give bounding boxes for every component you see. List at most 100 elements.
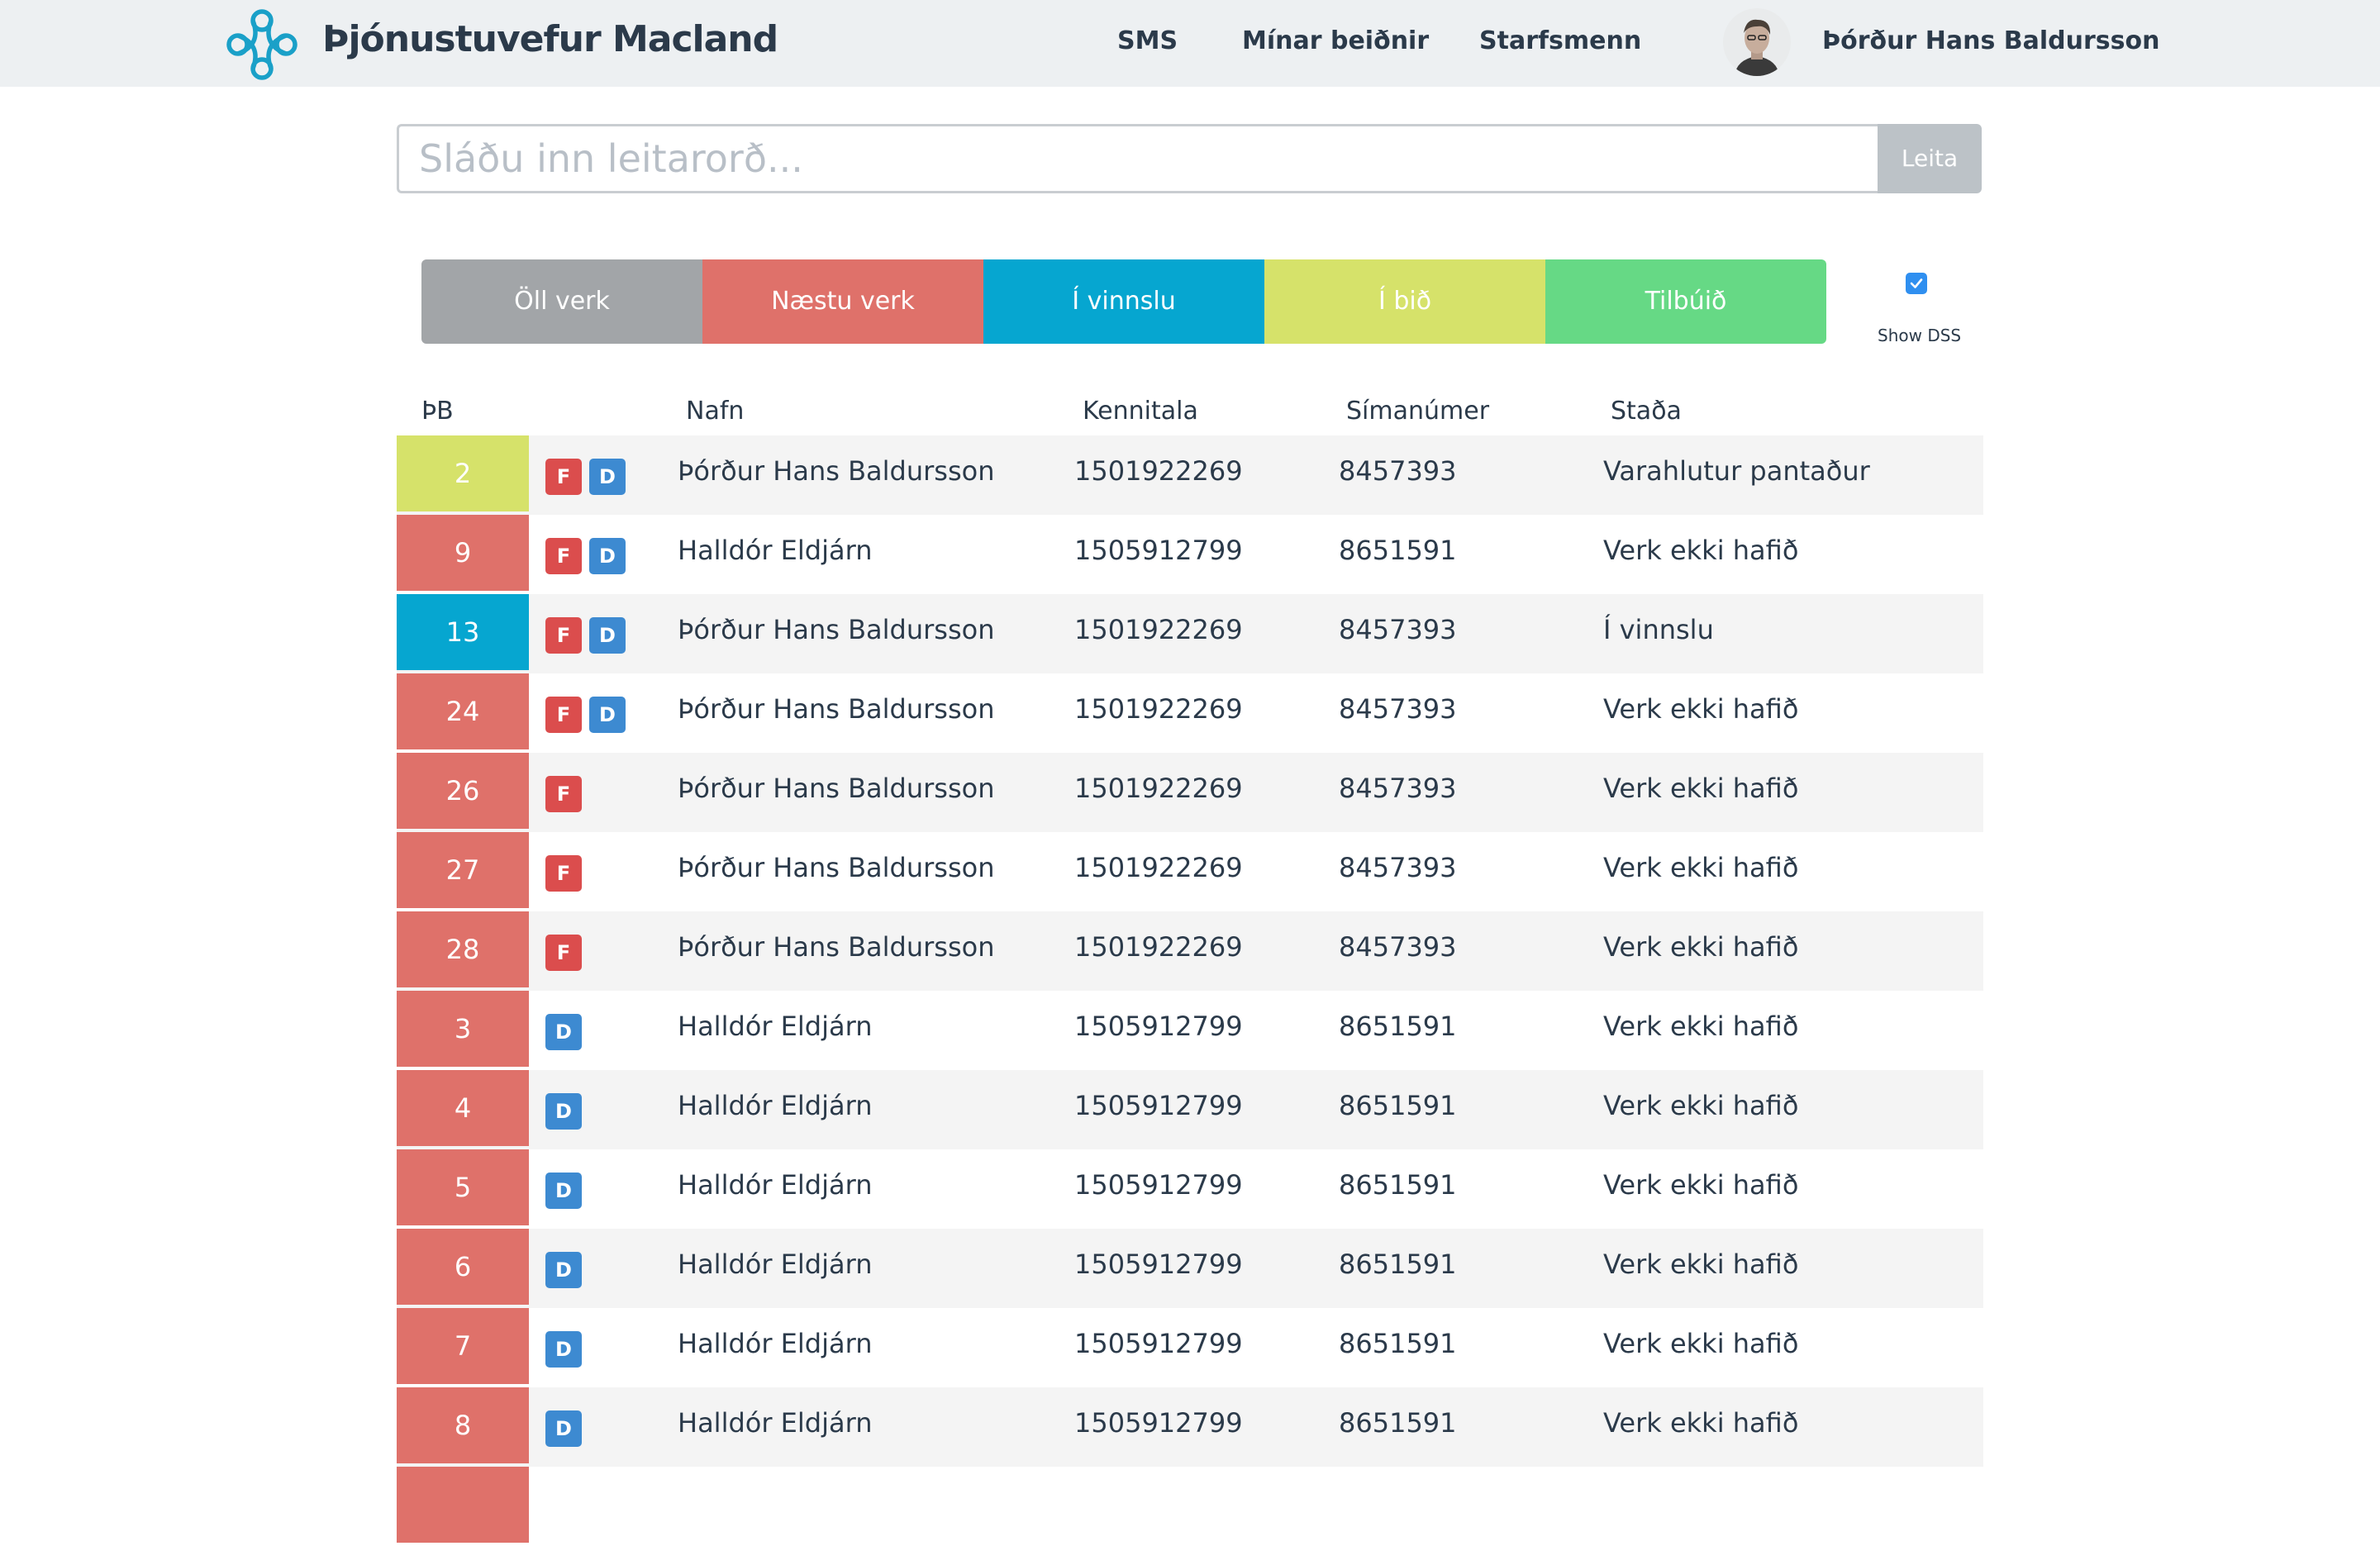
name-cell: Halldór Eldjárn	[678, 1169, 873, 1201]
job-number-cell[interactable]: 6	[397, 1229, 529, 1305]
job-number-cell[interactable]: 27	[397, 832, 529, 908]
status-cell: Verk ekki hafið	[1603, 693, 1799, 725]
table-row[interactable]: 4 D Halldór Eldjárn 1505912799 8651591 Verk e…	[397, 1070, 1983, 1149]
table-row[interactable]: 7 D Halldór Eldjárn 1505912799 8651591 Verk e…	[397, 1308, 1983, 1387]
nav-my-requests[interactable]: Mínar beiðnir	[1242, 26, 1429, 55]
job-number-cell[interactable]: 8	[397, 1387, 529, 1463]
filter-on-hold[interactable]: Í bið	[1264, 259, 1545, 344]
name-cell: Þórður Hans Baldursson	[678, 852, 995, 883]
status-cell: Verk ekki hafið	[1603, 535, 1799, 566]
badge-d: D	[545, 1331, 582, 1368]
phone-cell: 8457393	[1339, 852, 1457, 883]
job-number-cell[interactable]	[397, 1467, 529, 1543]
name-cell: Halldór Eldjárn	[678, 1249, 873, 1280]
filter-in-progress[interactable]: Í vinnslu	[983, 259, 1264, 344]
status-cell: Verk ekki hafið	[1603, 1169, 1799, 1201]
jobs-table: 2 F D Þórður Hans Baldursson 1501922269 84573…	[397, 435, 1983, 1546]
badge-d: D	[545, 1014, 582, 1050]
phone-cell: 8651591	[1339, 1328, 1457, 1359]
table-row[interactable]: 8 D Halldór Eldjárn 1505912799 8651591 Verk e…	[397, 1387, 1983, 1467]
job-number-cell[interactable]: 9	[397, 515, 529, 591]
badge-f: F	[545, 935, 582, 971]
avatar[interactable]	[1723, 8, 1791, 76]
search-input[interactable]	[397, 124, 1878, 193]
name-cell: Halldór Eldjárn	[678, 1328, 873, 1359]
search-button[interactable]: Leita	[1878, 124, 1982, 193]
kennitala-cell: 1505912799	[1074, 1328, 1243, 1359]
kennitala-cell: 1501922269	[1074, 614, 1243, 645]
phone-cell: 8651591	[1339, 1407, 1457, 1439]
kennitala-cell: 1501922269	[1074, 931, 1243, 963]
status-cell: Verk ekki hafið	[1603, 1249, 1799, 1280]
column-header-status[interactable]: Staða	[1611, 397, 1682, 426]
column-header-name[interactable]: Nafn	[686, 397, 744, 426]
phone-cell: 8651591	[1339, 1249, 1457, 1280]
table-row[interactable]: 3 D Halldór Eldjárn 1505912799 8651591 Verk e…	[397, 991, 1983, 1070]
table-row[interactable]: 26 F Þórður Hans Baldursson 1501922269 84573…	[397, 753, 1983, 832]
table-row[interactable]: 13 F D Þórður Hans Baldursson 1501922269 8457…	[397, 594, 1983, 673]
column-header-number[interactable]: ÞB	[421, 397, 454, 426]
job-number-cell[interactable]: 28	[397, 911, 529, 987]
column-header-kennitala[interactable]: Kennitala	[1083, 397, 1198, 426]
table-row[interactable]	[397, 1467, 1983, 1546]
brand-title[interactable]: Þjónustuvefur Macland	[322, 18, 778, 60]
user-name[interactable]: Þórður Hans Baldursson	[1822, 26, 2159, 55]
table-row[interactable]: 27 F Þórður Hans Baldursson 1501922269 84573…	[397, 832, 1983, 911]
name-cell: Þórður Hans Baldursson	[678, 614, 995, 645]
phone-cell: 8457393	[1339, 931, 1457, 963]
badge-f: F	[545, 617, 582, 654]
badge-f: F	[545, 538, 582, 574]
user-avatar-icon	[1723, 8, 1791, 76]
status-cell: Verk ekki hafið	[1603, 1011, 1799, 1042]
table-row[interactable]: 5 D Halldór Eldjárn 1505912799 8651591 Verk e…	[397, 1149, 1983, 1229]
badge-f: F	[545, 855, 582, 892]
nav-staff[interactable]: Starfsmenn	[1479, 26, 1641, 55]
badge-d: D	[589, 459, 626, 495]
kennitala-cell: 1505912799	[1074, 1090, 1243, 1121]
kennitala-cell: 1505912799	[1074, 535, 1243, 566]
name-cell: Halldór Eldjárn	[678, 1090, 873, 1121]
job-number-cell[interactable]: 24	[397, 673, 529, 749]
kennitala-cell: 1505912799	[1074, 1407, 1243, 1439]
badge-d: D	[545, 1252, 582, 1288]
job-number-cell[interactable]: 26	[397, 753, 529, 829]
badge-d: D	[545, 1410, 582, 1447]
job-number-cell[interactable]: 13	[397, 594, 529, 670]
filter-next-jobs[interactable]: Næstu verk	[702, 259, 983, 344]
phone-cell: 8457393	[1339, 693, 1457, 725]
phone-cell: 8651591	[1339, 1169, 1457, 1201]
phone-cell: 8457393	[1339, 455, 1457, 487]
phone-cell: 8651591	[1339, 1090, 1457, 1121]
top-header: Þjónustuvefur Macland SMS Mínar beiðnir …	[0, 0, 2380, 87]
badge-d: D	[589, 697, 626, 733]
status-filter-tabs: Öll verk Næstu verk Í vinnslu Í bið Tilb…	[421, 259, 1826, 344]
job-number-cell[interactable]: 5	[397, 1149, 529, 1225]
status-cell: Í vinnslu	[1603, 614, 1714, 645]
kennitala-cell: 1501922269	[1074, 773, 1243, 804]
filter-all-jobs[interactable]: Öll verk	[421, 259, 702, 344]
kennitala-cell: 1505912799	[1074, 1169, 1243, 1201]
status-cell: Verk ekki hafið	[1603, 1328, 1799, 1359]
job-number-cell[interactable]: 2	[397, 435, 529, 511]
table-row[interactable]: 6 D Halldór Eldjárn 1505912799 8651591 Verk e…	[397, 1229, 1983, 1308]
table-row[interactable]: 9 F D Halldór Eldjárn 1505912799 8651591 Verk …	[397, 515, 1983, 594]
kennitala-cell: 1501922269	[1074, 852, 1243, 883]
phone-cell: 8457393	[1339, 773, 1457, 804]
table-row[interactable]: 24 F D Þórður Hans Baldursson 1501922269 8457…	[397, 673, 1983, 753]
status-cell: Verk ekki hafið	[1603, 931, 1799, 963]
badge-f: F	[545, 776, 582, 812]
badge-f: F	[545, 459, 582, 495]
job-number-cell[interactable]: 7	[397, 1308, 529, 1384]
badge-f: F	[545, 697, 582, 733]
nav-sms[interactable]: SMS	[1117, 26, 1178, 55]
job-number-cell[interactable]: 3	[397, 991, 529, 1067]
kennitala-cell: 1501922269	[1074, 693, 1243, 725]
filter-ready[interactable]: Tilbúið	[1545, 259, 1826, 344]
column-header-phone[interactable]: Símanúmer	[1346, 397, 1489, 426]
show-dss-checkbox[interactable]	[1906, 273, 1927, 294]
status-cell: Verk ekki hafið	[1603, 773, 1799, 804]
macland-logo-icon[interactable]	[223, 6, 301, 83]
table-row[interactable]: 28 F Þórður Hans Baldursson 1501922269 84573…	[397, 911, 1983, 991]
table-row[interactable]: 2 F D Þórður Hans Baldursson 1501922269 84573…	[397, 435, 1983, 515]
job-number-cell[interactable]: 4	[397, 1070, 529, 1146]
